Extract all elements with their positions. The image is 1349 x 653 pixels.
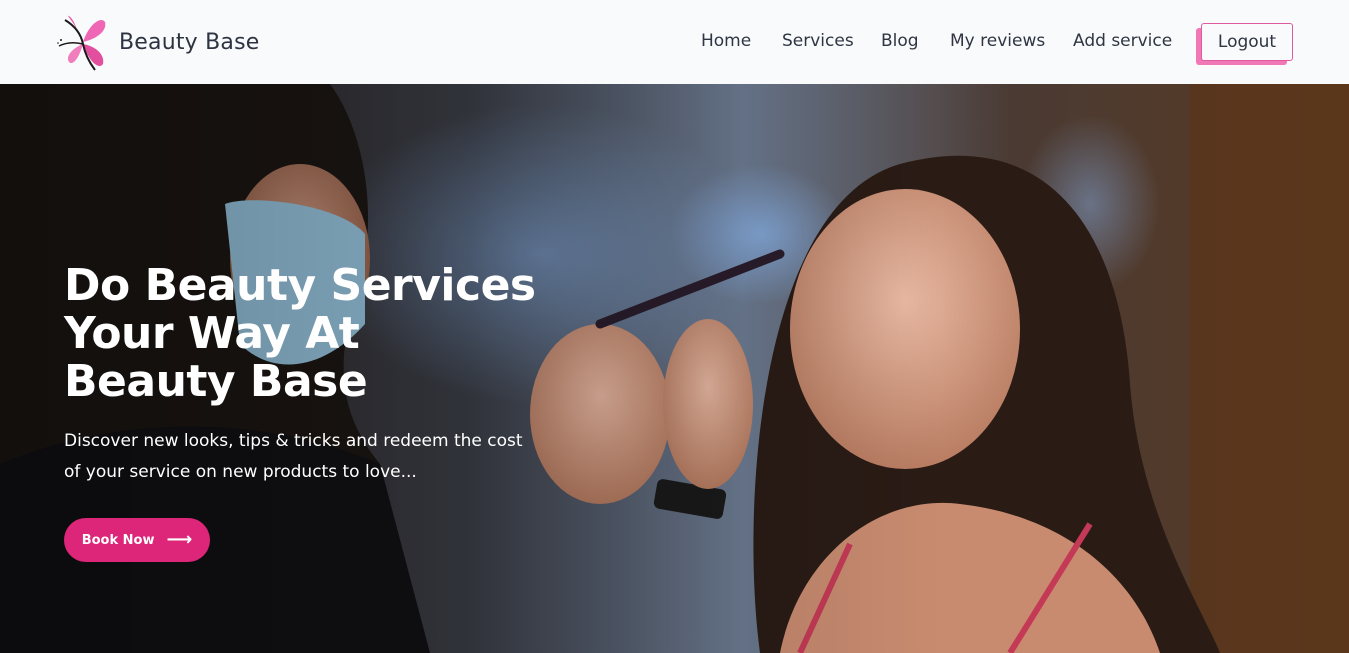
nav-services[interactable]: Services [782,31,854,51]
book-now-button[interactable]: Book Now ⟶ [64,518,210,562]
nav-home[interactable]: Home [701,31,751,51]
book-now-label: Book Now [81,532,155,548]
nav-add-service[interactable]: Add service [1073,31,1172,51]
hero-subtitle: Discover new looks, tips & tricks and re… [64,431,523,482]
nav-blog[interactable]: Blog [881,31,919,51]
arrow-right-icon: ⟶ [166,529,193,550]
hero-title: Do Beauty Services Your Way At Beauty Ba… [64,260,536,407]
hero-section: Do Beauty Services Your Way At Beauty Ba… [0,84,1349,653]
main-nav: Home Services Blog My reviews Add servic… [0,0,1349,84]
logout-wrap: Logout [1196,23,1293,65]
logout-button[interactable]: Logout [1201,23,1293,61]
nav-my-reviews[interactable]: My reviews [950,31,1045,51]
navbar: Beauty Base Home Services Blog My review… [0,0,1349,84]
